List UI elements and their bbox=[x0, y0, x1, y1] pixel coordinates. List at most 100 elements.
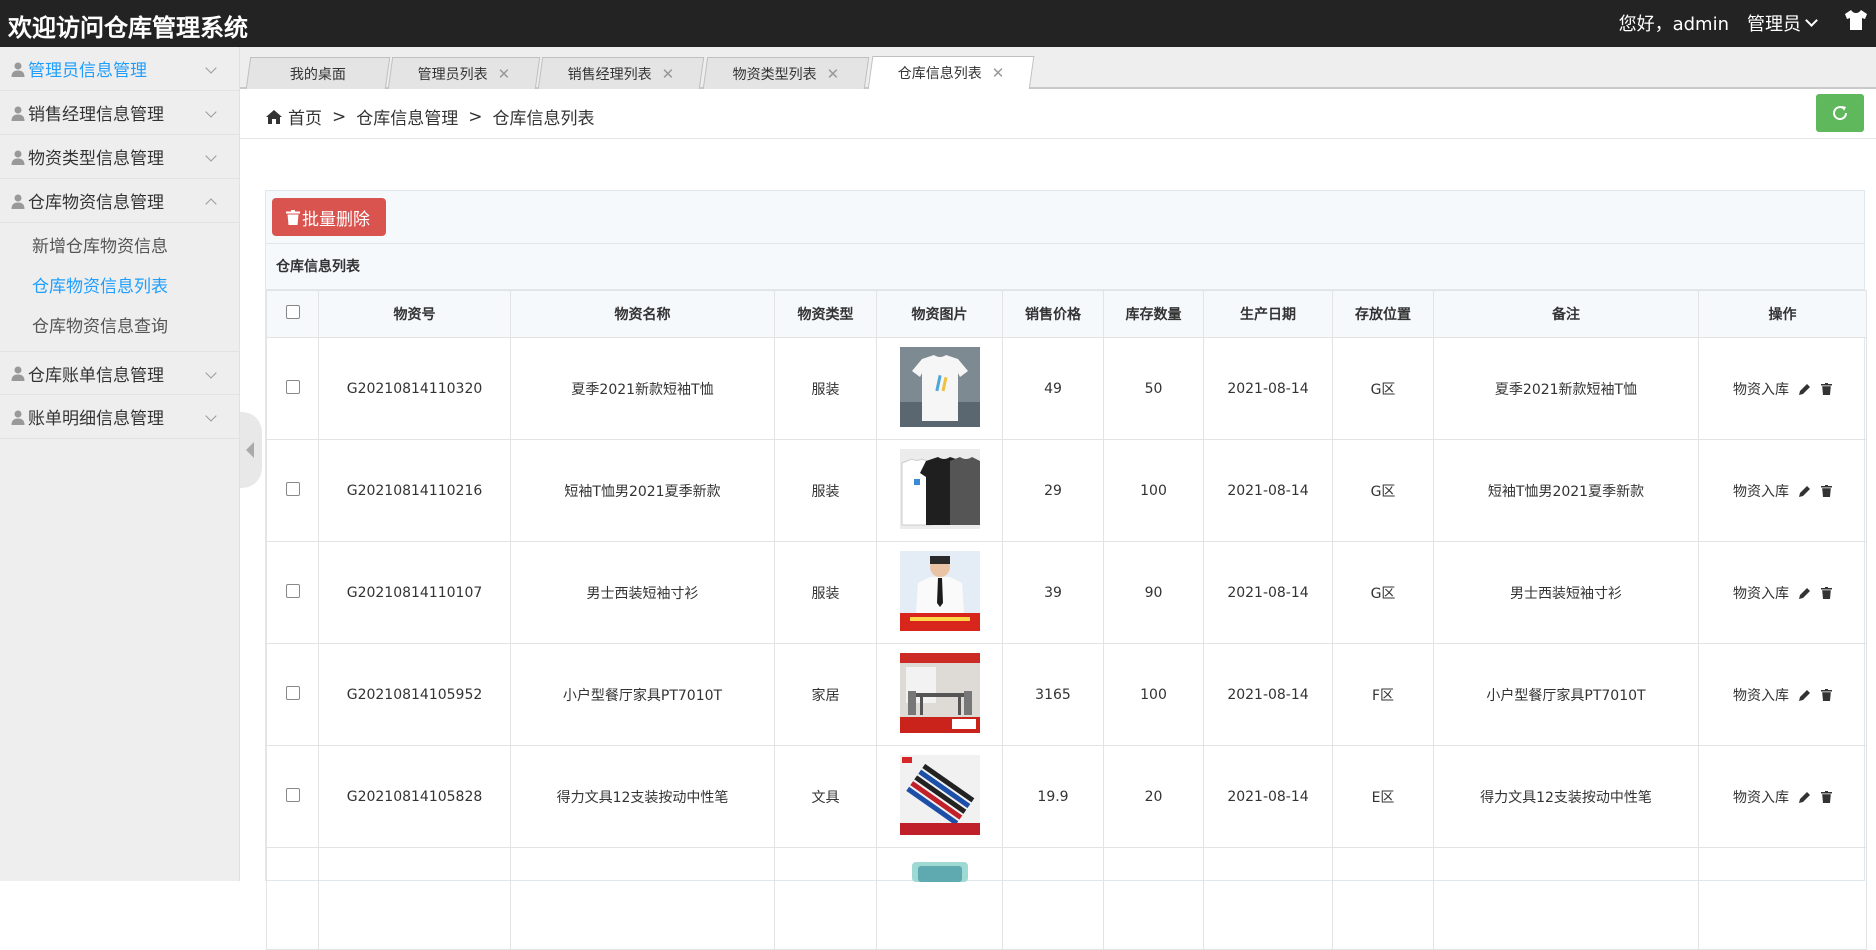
tab-label: 仓库信息列表 bbox=[897, 65, 982, 82]
refresh-button[interactable] bbox=[1816, 94, 1864, 132]
column-header[interactable]: 物资名称 bbox=[510, 290, 775, 338]
app-title: 欢迎访问仓库管理系统 bbox=[8, 14, 248, 42]
column-header[interactable]: 操作 bbox=[1698, 290, 1867, 338]
cell-date: 2021-08-14 bbox=[1203, 337, 1333, 440]
sidebar-item-admin[interactable]: 管理员信息管理 bbox=[0, 47, 239, 91]
sidebar-item-bill-detail[interactable]: 账单明细信息管理 bbox=[0, 395, 239, 439]
chevron-up-icon bbox=[205, 198, 217, 210]
cell-id: G20210814110320 bbox=[318, 337, 511, 440]
stock-in-link[interactable]: 物资入库 bbox=[1733, 481, 1789, 501]
stock-in-link[interactable]: 物资入库 bbox=[1733, 379, 1789, 399]
product-image[interactable] bbox=[899, 754, 980, 835]
stock-in-link[interactable]: 物资入库 bbox=[1733, 685, 1789, 705]
sidebar-item-material-type[interactable]: 物资类型信息管理 bbox=[0, 135, 239, 179]
column-header[interactable]: 物资图片 bbox=[876, 290, 1003, 338]
cell-id: G20210814110107 bbox=[318, 541, 511, 644]
breadcrumb-home[interactable]: 首页 bbox=[288, 104, 322, 129]
column-header[interactable]: 库存数量 bbox=[1103, 290, 1204, 338]
column-header[interactable]: 物资号 bbox=[318, 290, 511, 338]
close-icon[interactable]: ✕ bbox=[662, 65, 675, 83]
row-checkbox[interactable] bbox=[285, 379, 300, 394]
delete-icon[interactable] bbox=[1821, 586, 1832, 599]
sidebar-item-label: 仓库物资信息管理 bbox=[28, 193, 164, 213]
trash-icon bbox=[286, 209, 300, 225]
sidebar-item-sales-manager[interactable]: 销售经理信息管理 bbox=[0, 91, 239, 135]
table-toolbar: 批量删除 bbox=[266, 191, 1864, 244]
data-table: 物资号 物资名称 物资类型 物资图片 销售价格 库存数量 生产日期 存放位置 备… bbox=[266, 290, 1867, 950]
breadcrumb: 首页 > 仓库信息管理 > 仓库信息列表 bbox=[266, 104, 595, 129]
sidebar-item-warehouse-material[interactable]: 仓库物资信息管理 bbox=[0, 179, 239, 223]
batch-delete-button[interactable]: 批量删除 bbox=[272, 198, 386, 236]
sidebar-item-label: 管理员信息管理 bbox=[28, 61, 147, 81]
row-checkbox[interactable] bbox=[285, 685, 300, 700]
shirt-icon[interactable] bbox=[1844, 9, 1868, 35]
tab-desktop[interactable]: 我的桌面 bbox=[245, 57, 391, 89]
product-image[interactable] bbox=[899, 652, 980, 733]
top-bar: 欢迎访问仓库管理系统 您好，admin 管理员 bbox=[0, 0, 1876, 47]
edit-icon[interactable] bbox=[1799, 689, 1811, 701]
cell-note: 小户型餐厅家具PT7010T bbox=[1433, 643, 1699, 746]
user-icon bbox=[11, 194, 25, 209]
user-icon bbox=[11, 150, 25, 165]
row-checkbox[interactable] bbox=[285, 481, 300, 496]
close-icon[interactable]: ✕ bbox=[498, 65, 511, 83]
chevron-down-icon bbox=[205, 150, 217, 162]
select-all-checkbox[interactable] bbox=[285, 305, 300, 319]
stock-in-link[interactable]: 物资入库 bbox=[1733, 583, 1789, 603]
cell-price: 19.9 bbox=[1002, 745, 1104, 848]
column-header[interactable]: 销售价格 bbox=[1002, 290, 1104, 338]
tab-sales-manager-list[interactable]: 销售经理列表 ✕ bbox=[537, 57, 705, 89]
edit-icon[interactable] bbox=[1799, 383, 1811, 395]
breadcrumb-level2: 仓库信息列表 bbox=[492, 109, 595, 129]
stock-in-link[interactable]: 物资入库 bbox=[1733, 787, 1789, 807]
product-image[interactable] bbox=[899, 346, 980, 427]
column-header[interactable]: 备注 bbox=[1433, 290, 1699, 338]
row-checkbox[interactable] bbox=[285, 583, 300, 598]
tab-admin-list[interactable]: 管理员列表 ✕ bbox=[387, 57, 541, 89]
cell-type: 服装 bbox=[774, 439, 877, 542]
role-dropdown[interactable]: 管理员 bbox=[1747, 10, 1818, 36]
cell-note: 短袖T恤男2021夏季新款 bbox=[1433, 439, 1699, 542]
submenu-item-add-material[interactable]: 新增仓库物资信息 bbox=[0, 227, 239, 267]
cell-type: 服装 bbox=[774, 541, 877, 644]
user-icon bbox=[11, 62, 25, 77]
submenu-item-material-query[interactable]: 仓库物资信息查询 bbox=[0, 307, 239, 347]
column-header[interactable]: 生产日期 bbox=[1203, 290, 1333, 338]
chevron-down-icon bbox=[205, 367, 217, 379]
column-header[interactable]: 存放位置 bbox=[1332, 290, 1434, 338]
cell-id: G20210814105952 bbox=[318, 643, 511, 746]
cell-date: 2021-08-14 bbox=[1203, 541, 1333, 644]
user-icon bbox=[11, 366, 25, 381]
delete-icon[interactable] bbox=[1821, 688, 1832, 701]
row-checkbox[interactable] bbox=[285, 787, 300, 802]
close-icon[interactable]: ✕ bbox=[827, 65, 840, 83]
delete-icon[interactable] bbox=[1821, 382, 1832, 395]
table-row bbox=[266, 847, 1867, 950]
tab-label: 销售经理列表 bbox=[567, 66, 652, 83]
cell-name: 夏季2021新款短袖T恤 bbox=[510, 337, 775, 440]
delete-icon[interactable] bbox=[1821, 484, 1832, 497]
breadcrumb-level1[interactable]: 仓库信息管理 bbox=[356, 104, 458, 129]
sidebar-collapse-handle[interactable] bbox=[240, 412, 262, 488]
close-icon[interactable]: ✕ bbox=[992, 64, 1005, 82]
sidebar-item-warehouse-bill[interactable]: 仓库账单信息管理 bbox=[0, 351, 239, 395]
edit-icon[interactable] bbox=[1799, 791, 1811, 803]
table-title: 仓库信息列表 bbox=[266, 244, 1864, 290]
product-image[interactable] bbox=[899, 448, 980, 529]
product-image[interactable] bbox=[899, 550, 980, 631]
content-panel: 批量删除 仓库信息列表 物资号 物资名称 物资类型 物资图片 销售价格 库存数量… bbox=[265, 190, 1867, 950]
tab-material-type-list[interactable]: 物资类型列表 ✕ bbox=[702, 57, 870, 89]
edit-icon[interactable] bbox=[1799, 485, 1811, 497]
cell-date: 2021-08-14 bbox=[1203, 745, 1333, 848]
cell-location: F区 bbox=[1332, 643, 1434, 746]
tab-bar: 我的桌面 管理员列表 ✕ 销售经理列表 ✕ 物资类型列表 ✕ 仓库信息列表 ✕ bbox=[240, 47, 1876, 90]
product-image[interactable] bbox=[911, 862, 968, 882]
chevron-down-icon bbox=[205, 62, 217, 74]
tab-warehouse-list[interactable]: 仓库信息列表 ✕ bbox=[867, 56, 1035, 90]
column-header[interactable]: 物资类型 bbox=[774, 290, 877, 338]
tab-label: 物资类型列表 bbox=[732, 66, 817, 83]
edit-icon[interactable] bbox=[1799, 587, 1811, 599]
submenu-item-material-list[interactable]: 仓库物资信息列表 bbox=[0, 267, 239, 307]
delete-icon[interactable] bbox=[1821, 790, 1832, 803]
cell-location: E区 bbox=[1332, 745, 1434, 848]
